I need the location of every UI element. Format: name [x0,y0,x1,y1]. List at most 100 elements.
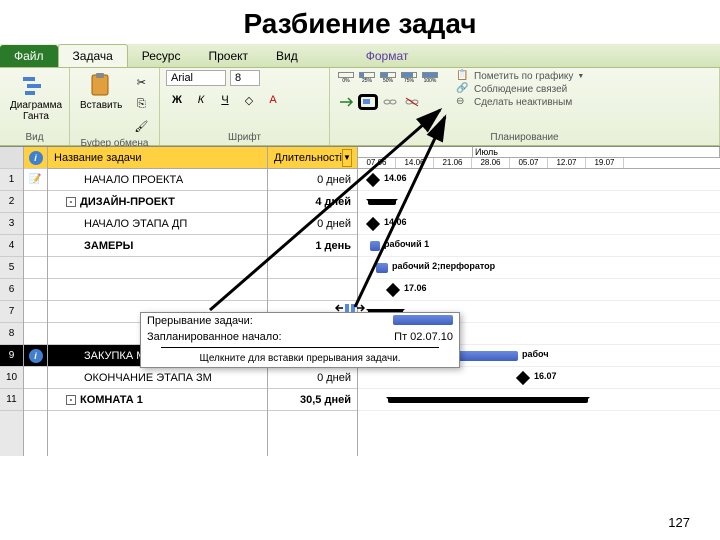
pct-50[interactable]: 50% [378,70,398,86]
indicator-column: i 📝i [24,147,48,456]
task-bar[interactable] [370,241,380,251]
gantt-month-1 [358,147,473,157]
summary-bar[interactable] [388,397,588,403]
gantt-day: 19.07 [586,158,624,168]
respect-links-button[interactable]: 🔗Соблюдение связей [456,83,584,95]
group-font: Ж К Ч ◇ A Шрифт [160,68,330,145]
italic-button[interactable]: К [190,90,212,110]
task-name-cell[interactable] [48,257,267,279]
row-number[interactable]: 6 [0,279,23,301]
summary-bar[interactable] [368,199,396,205]
mark-on-schedule-button[interactable]: 📋Пометить по графику▼ [456,70,584,82]
pct-0[interactable]: 0% [336,70,356,86]
duration-cell[interactable]: 30,5 дней [268,389,357,411]
cut-button[interactable]: ✂ [130,72,152,92]
info-icon: i [29,151,43,165]
task-bar[interactable] [376,263,388,273]
split-task-button[interactable] [358,94,378,110]
milestone-marker[interactable] [516,371,530,385]
milestone-marker[interactable] [386,283,400,297]
gantt-row[interactable]: 14.06 [358,169,720,191]
task-name-cell[interactable]: НАЧАЛО ПРОЕКТА [48,169,267,191]
milestone-marker[interactable] [366,217,380,231]
bold-button[interactable]: Ж [166,90,188,110]
row-number[interactable]: 5 [0,257,23,279]
task-name-cell[interactable]: -ДИЗАЙН-ПРОЕКТ [48,191,267,213]
row-number[interactable]: 10 [0,367,23,389]
gantt-day: 05.07 [510,158,548,168]
row-number[interactable]: 9 [0,345,23,367]
tab-project[interactable]: Проект [194,45,262,67]
group-clipboard: Вставить ✂ ⎘ 🖌 Буфер обмена [70,68,160,145]
copy-button[interactable]: ⎘ [130,94,152,114]
milestone-marker[interactable] [366,173,380,187]
outline-toggle[interactable]: - [66,395,76,405]
duration-cell[interactable]: 0 дней [268,367,357,389]
task-name-cell[interactable]: ОКОНЧАНИЕ ЭТАПА ЗМ [48,367,267,389]
bgcolor-button[interactable]: ◇ [238,90,260,110]
duration-cell[interactable]: 4 дней [268,191,357,213]
pct-25[interactable]: 25% [357,70,377,86]
tab-task[interactable]: Задача [58,44,128,67]
gantt-day: 14.06 [396,158,434,168]
pct-100[interactable]: 100% [420,70,440,86]
row-number[interactable]: 8 [0,323,23,345]
row-header-corner [0,147,23,169]
split-cursor-icon [335,298,365,321]
tab-format[interactable]: Формат [352,45,423,67]
tab-view[interactable]: Вид [262,45,312,67]
gantt-icon [20,72,52,100]
duration-cell[interactable]: 0 дней [268,169,357,191]
pct-75[interactable]: 75% [399,70,419,86]
group-view: Диаграмма Ганта Вид [0,68,70,145]
row-number[interactable]: 1 [0,169,23,191]
tooltip-bar-icon [393,315,453,325]
duration-cell[interactable] [268,257,357,279]
gantt-row[interactable]: рабочий 1 [358,235,720,257]
font-name-select[interactable] [166,70,226,86]
row-number[interactable]: 11 [0,389,23,411]
format-painter-button[interactable]: 🖌 [130,116,152,136]
row-number[interactable]: 2 [0,191,23,213]
planning-label: Планирование [336,130,713,143]
gantt-row[interactable] [358,389,720,411]
task-name-header[interactable]: Название задачи [48,147,267,169]
row-number[interactable]: 7 [0,301,23,323]
paste-button[interactable]: Вставить [76,70,126,113]
make-inactive-button[interactable]: ⊖Сделать неактивным [456,96,584,108]
gantt-row[interactable]: рабочий 2;перфоратор [358,257,720,279]
task-info-icon: i [29,349,43,363]
duration-header[interactable]: Длительності▼ [268,147,357,169]
resource-label: рабочий 1 [384,239,429,249]
task-name-cell[interactable]: НАЧАЛО ЭТАПА ДП [48,213,267,235]
task-name-cell[interactable] [48,279,267,301]
gantt-row[interactable]: 17.06 [358,279,720,301]
tab-resource[interactable]: Ресурс [128,45,195,67]
tooltip-line2: Запланированное начало: [147,331,282,343]
gantt-row[interactable]: 16.07 [358,367,720,389]
paste-label: Вставить [80,100,122,111]
percent-complete-row: 0% 25% 50% 75% 100% [336,70,440,86]
fontcolor-button[interactable]: A [262,90,284,110]
font-size-select[interactable] [230,70,260,86]
duration-cell[interactable]: 1 день [268,235,357,257]
move-task-icon[interactable] [336,94,356,110]
unlink-tasks-icon[interactable] [402,94,422,110]
chevron-down-icon[interactable]: ▼ [342,149,352,167]
tooltip-hint: Щелкните для вставки прерывания задачи. [141,350,459,367]
gantt-chart[interactable]: Июль 07.0614.0621.0628.0605.0712.0719.07… [358,147,720,456]
link-tasks-icon[interactable] [380,94,400,110]
row-number[interactable]: 4 [0,235,23,257]
task-name-cell[interactable]: -КОМНАТА 1 [48,389,267,411]
ribbon-tabs: Файл Задача Ресурс Проект Вид Формат [0,44,720,68]
row-number[interactable]: 3 [0,213,23,235]
tab-file[interactable]: Файл [0,45,58,67]
underline-button[interactable]: Ч [214,90,236,110]
gantt-chart-button[interactable]: Диаграмма Ганта [6,70,66,124]
ribbon: Диаграмма Ганта Вид Вставить ✂ ⎘ 🖌 Буфер… [0,68,720,146]
task-name-cell[interactable]: ЗАМЕРЫ [48,235,267,257]
duration-cell[interactable]: 0 дней [268,213,357,235]
gantt-row[interactable] [358,191,720,213]
gantt-row[interactable]: 14.06 [358,213,720,235]
outline-toggle[interactable]: - [66,197,76,207]
